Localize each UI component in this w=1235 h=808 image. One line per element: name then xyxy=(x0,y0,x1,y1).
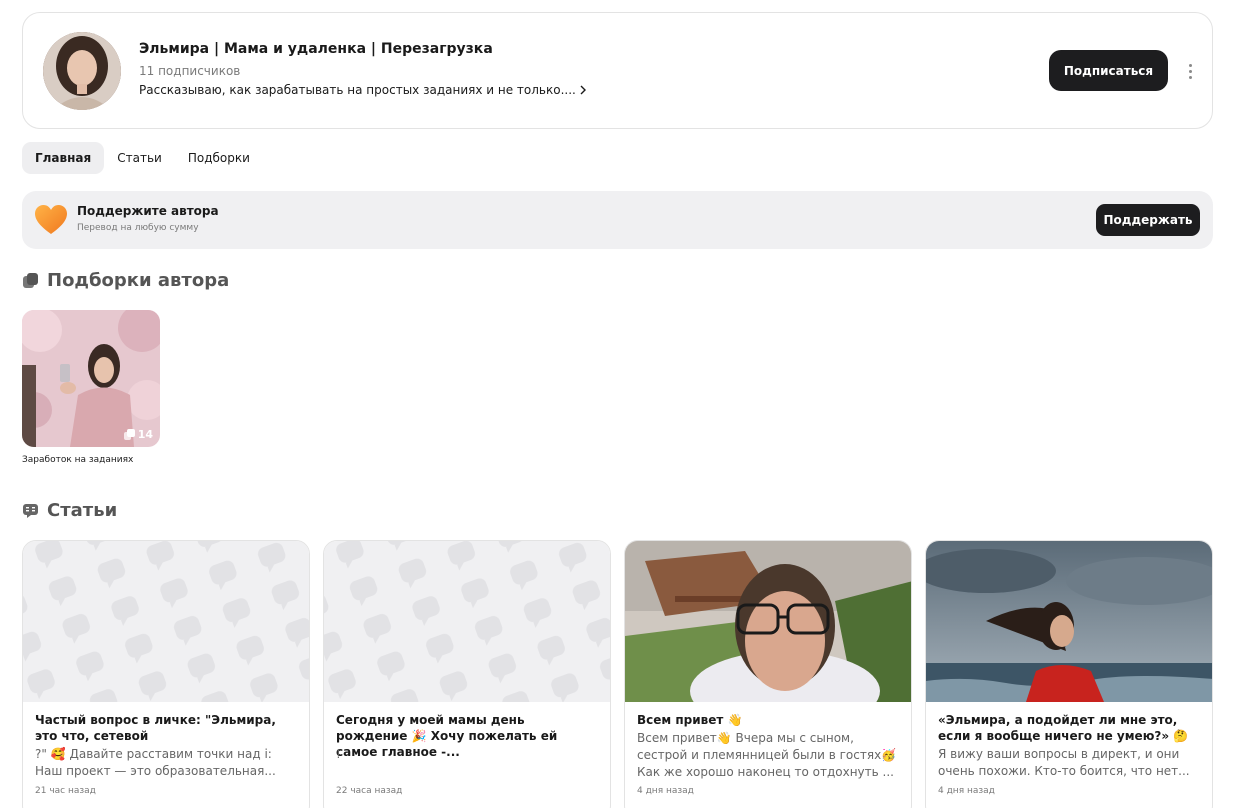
article-snippet: Я вижу ваши вопросы в директ, и они очен… xyxy=(938,747,1190,778)
articles-heading: Статьи xyxy=(22,500,117,521)
article-title[interactable]: «Эльмира, а подойдет ли мне это, если я … xyxy=(938,712,1200,744)
support-title: Поддержите автора xyxy=(77,204,219,218)
tab-articles[interactable]: Статьи xyxy=(104,142,175,174)
channel-description-text: Рассказываю, как зарабатывать на простых… xyxy=(139,83,576,97)
articles-heading-text: Статьи xyxy=(47,500,118,521)
chevron-right-icon xyxy=(580,85,586,95)
article-placeholder-image xyxy=(324,541,610,702)
channel-avatar[interactable] xyxy=(43,32,121,110)
support-button[interactable]: Поддержать xyxy=(1096,204,1200,236)
collections-icon xyxy=(23,273,38,288)
support-author-banner: Поддержите автора Перевод на любую сумму… xyxy=(22,191,1213,249)
channel-header: Эльмира | Мама и удаленка | Перезагрузка… xyxy=(22,12,1213,129)
article-card[interactable]: Сегодня у моей мамы день рождение 🎉 Хочу… xyxy=(323,540,611,808)
collections-heading-text: Подборки автора xyxy=(47,270,230,291)
articles-icon xyxy=(23,504,38,518)
more-options-icon[interactable] xyxy=(1181,60,1199,82)
collection-caption[interactable]: Заработок на заданиях xyxy=(22,455,133,465)
article-card[interactable]: Частый вопрос в личке: "Эльмира, это что… xyxy=(22,540,310,808)
channel-title[interactable]: Эльмира | Мама и удаленка | Перезагрузка xyxy=(139,41,493,57)
subscriber-count: 11 подписчиков xyxy=(139,64,241,78)
article-card[interactable]: Всем привет 👋 Всем привет👋 Вчера мы с сы… xyxy=(624,540,912,808)
article-timestamp: 21 час назад xyxy=(35,786,96,796)
collection-count: 14 xyxy=(123,428,153,441)
article-timestamp: 4 дня назад xyxy=(637,786,694,796)
collection-cover-image xyxy=(22,310,160,447)
tab-main[interactable]: Главная xyxy=(22,142,105,174)
subscribe-button[interactable]: Подписаться xyxy=(1049,50,1168,91)
article-placeholder-image xyxy=(23,541,309,702)
article-selfie-image xyxy=(625,541,911,702)
article-snippet: Всем привет👋 Вчера мы с сыном, сестрой и… xyxy=(637,731,897,779)
collection-stack-icon xyxy=(123,429,135,440)
article-timestamp: 4 дня назад xyxy=(938,786,995,796)
article-title[interactable]: Частый вопрос в личке: "Эльмира, это что… xyxy=(35,712,297,744)
article-snippet: ! xyxy=(336,747,341,761)
heart-icon xyxy=(35,205,67,234)
article-timestamp: 22 часа назад xyxy=(336,786,403,796)
tab-collections[interactable]: Подборки xyxy=(175,142,263,174)
article-snippet: ?" 🥰 Давайте расставим точки над i: Наш … xyxy=(35,747,276,778)
article-card[interactable]: «Эльмира, а подойдет ли мне это, если я … xyxy=(925,540,1213,808)
channel-description[interactable]: Рассказываю, как зарабатывать на простых… xyxy=(139,83,587,97)
support-subtitle: Перевод на любую сумму xyxy=(77,223,199,233)
article-sea-image xyxy=(926,541,1212,702)
article-title[interactable]: Всем привет 👋 xyxy=(637,712,899,728)
channel-tabs: Главная Статьи Подборки xyxy=(22,142,263,174)
collection-count-value: 14 xyxy=(137,428,153,441)
collection-card[interactable]: 14 xyxy=(22,310,160,447)
collections-heading: Подборки автора xyxy=(22,270,229,291)
